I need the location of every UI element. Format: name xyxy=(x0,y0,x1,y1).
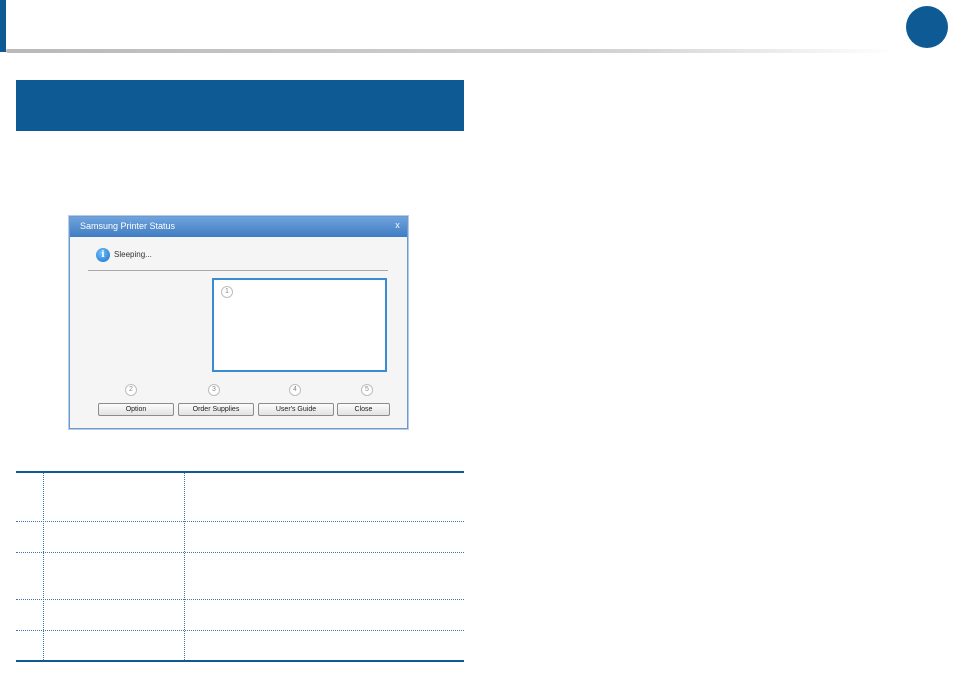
callout-3: 3 xyxy=(208,384,220,396)
table-column-divider xyxy=(43,473,44,660)
callout-5: 5 xyxy=(361,384,373,396)
table-column-divider xyxy=(184,473,185,660)
callout-2: 2 xyxy=(125,384,137,396)
close-button[interactable]: Close xyxy=(337,403,390,416)
header-accent-bar xyxy=(0,0,6,52)
dialog-titlebar: Samsung Printer Status x xyxy=(70,217,407,237)
callout-1: 1 xyxy=(221,286,233,298)
status-message-box xyxy=(212,278,387,372)
table-row-divider xyxy=(16,630,464,631)
reference-table xyxy=(16,471,464,662)
header-rule xyxy=(6,49,896,53)
dialog-separator xyxy=(88,270,388,271)
table-row-divider xyxy=(16,552,464,553)
table-row-divider xyxy=(16,521,464,522)
printer-status-dialog: Samsung Printer Status x i Sleeping... 1… xyxy=(69,216,408,429)
table-top-rule xyxy=(16,471,464,473)
dialog-title: Samsung Printer Status xyxy=(80,221,176,231)
callout-4: 4 xyxy=(289,384,301,396)
table-bottom-rule xyxy=(16,660,464,662)
chapter-badge xyxy=(906,6,948,48)
option-button[interactable]: Option xyxy=(98,403,174,416)
users-guide-button[interactable]: User's Guide xyxy=(258,403,334,416)
section-heading-banner xyxy=(16,80,464,131)
info-icon: i xyxy=(96,248,110,262)
order-supplies-button[interactable]: Order Supplies xyxy=(178,403,254,416)
table-row-divider xyxy=(16,599,464,600)
status-text: Sleeping... xyxy=(114,250,152,259)
close-icon[interactable]: x xyxy=(392,220,403,231)
